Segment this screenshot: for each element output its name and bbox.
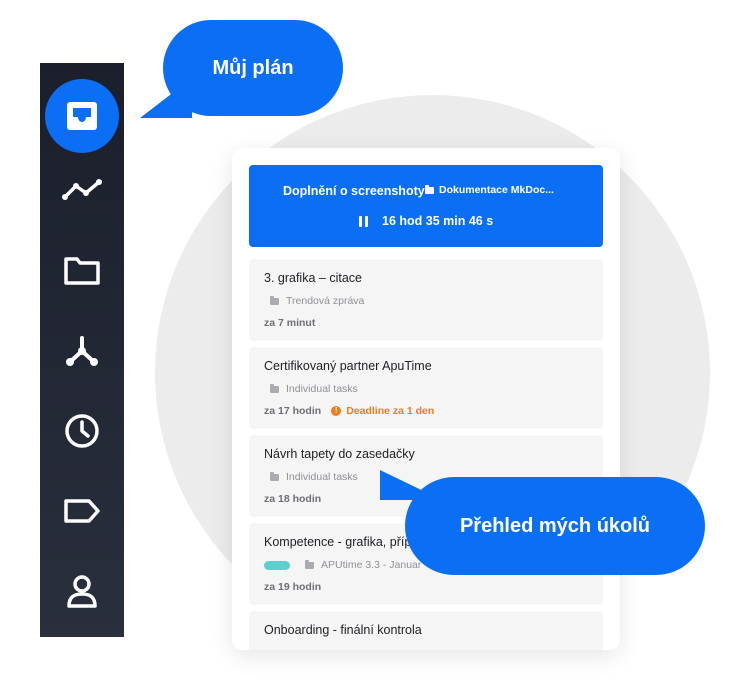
timer-task-title[interactable]: Doplnění o screenshoty — [283, 184, 425, 198]
task-item[interactable]: Onboarding - finální kontrola — [249, 611, 603, 650]
task-due-label: za 19 hodin — [264, 581, 322, 593]
callout-task-overview: Přehled mých úkolů — [405, 477, 705, 575]
sidebar-item-timesheet[interactable] — [40, 401, 124, 461]
task-title: Certifikovaný partner ApuTime — [264, 359, 432, 373]
task-title: Návrh tapety do zasedačky — [264, 447, 415, 461]
task-project-label: Individual tasks — [286, 471, 358, 483]
task-project: Trendová zpráva — [270, 295, 364, 307]
task-tag — [264, 560, 290, 570]
folder-icon — [270, 471, 279, 481]
task-due-label: za 18 hodin — [264, 493, 322, 505]
task-project-label: APUtime 3.3 - Januar — [321, 559, 422, 571]
deadline-label: Deadline za 1 den — [346, 405, 435, 417]
pause-icon[interactable] — [359, 215, 368, 227]
chart-line-icon — [62, 179, 102, 200]
task-title: Kompetence - grafika, příp — [264, 535, 412, 549]
task-project-label: Trendová zpráva — [286, 295, 365, 307]
task-project: Individual tasks — [270, 471, 358, 483]
task-project: Individual tasks — [270, 383, 358, 395]
folder-icon — [270, 383, 279, 393]
warning-icon: ! — [331, 406, 342, 416]
sidebar — [40, 63, 124, 637]
sidebar-item-inbox[interactable] — [40, 79, 124, 153]
inbox-icon — [67, 102, 97, 130]
folder-icon — [64, 257, 100, 285]
timer-project-label: Dokumentace MkDoc... — [439, 184, 554, 196]
callout-my-plan: Můj plán — [163, 20, 343, 116]
folder-icon — [305, 559, 314, 569]
network-icon — [66, 336, 98, 366]
task-due: za 19 hodin — [264, 581, 321, 593]
task-due-label: za 17 hodin — [264, 405, 322, 417]
task-due: za 17 hodin ! Deadline za 1 den — [264, 405, 434, 417]
user-icon — [67, 575, 97, 608]
task-item[interactable]: Certifikovaný partner ApuTime Individual… — [249, 347, 603, 429]
task-project-label: Individual tasks — [286, 383, 358, 395]
task-due-label: za 7 minut — [264, 317, 316, 329]
folder-icon — [270, 295, 279, 305]
clock-icon — [65, 414, 99, 448]
timer-controls: 16 hod 35 min 46 s — [359, 214, 493, 228]
timer-elapsed: 16 hod 35 min 46 s — [382, 214, 494, 228]
task-due: za 7 minut — [264, 317, 315, 329]
sidebar-item-structure[interactable] — [40, 320, 124, 380]
task-item[interactable]: 3. grafika – citace Trendová zpráva za 7… — [249, 259, 603, 341]
task-title: Onboarding - finální kontrola — [264, 623, 422, 637]
sidebar-item-profile[interactable] — [40, 561, 124, 621]
task-due: za 18 hodin — [264, 493, 321, 505]
running-timer: Doplnění o screenshoty Dokumentace MkDoc… — [249, 165, 603, 247]
sidebar-item-reports[interactable] — [40, 160, 124, 220]
deadline-warning: ! Deadline za 1 den — [331, 405, 434, 417]
sidebar-item-tags[interactable] — [40, 481, 124, 541]
tag-icon — [64, 499, 100, 523]
task-project: APUtime 3.3 - Januar — [264, 559, 421, 571]
folder-icon — [425, 184, 434, 194]
sidebar-item-projects[interactable] — [40, 240, 124, 300]
timer-project[interactable]: Dokumentace MkDoc... — [425, 184, 554, 196]
task-title: 3. grafika – citace — [264, 271, 362, 285]
